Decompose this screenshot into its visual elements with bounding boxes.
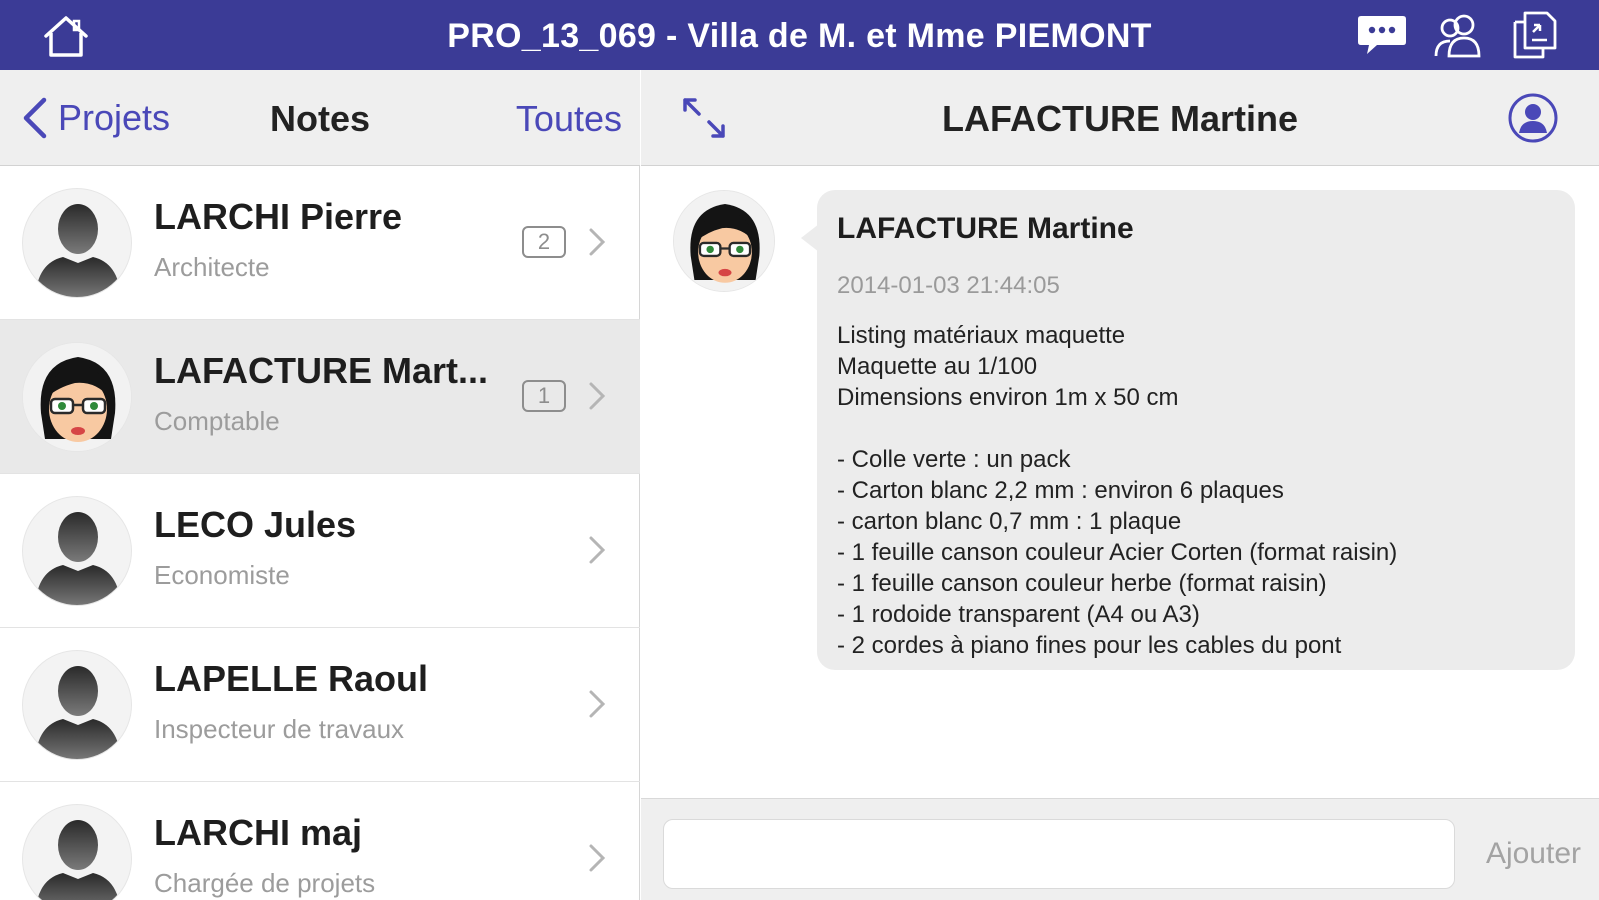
avatar-silhouette [22,650,132,760]
contact-name: LAPELLE Raoul [154,658,429,699]
contact-row-selected[interactable]: LAFACTURE Mart... Comptable 1 [0,320,640,474]
avatar-cartoon-woman [673,190,775,292]
contact-row[interactable]: LARCHI Pierre Architecte 2 [0,166,640,320]
note-timestamp: 2014-01-03 21:44:05 [837,272,1060,299]
contact-role: Architecte [154,252,270,282]
contact-name: LARCHI maj [154,812,363,853]
contact-role: Comptable [154,406,280,436]
chevron-right-icon [586,840,608,876]
filter-all-button[interactable]: Toutes [516,70,622,166]
top-bar: PRO_13_069 - Villa de M. et Mme PIEMONT [0,0,1599,70]
contacts-list: LARCHI Pierre Architecte 2 LAFACTURE Mar… [0,166,640,900]
contact-name: LARCHI Pierre [154,196,403,237]
avatar-silhouette [22,496,132,606]
back-label: Projets [58,97,171,138]
avatar-cartoon-woman [22,342,132,452]
person-icon[interactable] [1507,92,1559,144]
contact-row[interactable]: LARCHI maj Chargée de projets [0,782,640,900]
top-bar-actions [1355,10,1561,60]
contact-name: LECO Jules [154,504,357,545]
note-count-badge: 1 [522,380,566,412]
contact-role: Inspecteur de travaux [154,714,405,744]
contact-name: LAFACTURE Mart... [154,350,489,391]
note-count-badge: 2 [522,226,566,258]
avatar-silhouette [22,188,132,298]
avatar-silhouette [22,804,132,900]
note-author: LAFACTURE Martine [837,212,1134,245]
note-bubble: LAFACTURE Martine 2014-01-03 21:44:05 Li… [801,190,1575,670]
chevron-right-icon [586,224,608,260]
note-body: Listing matériaux maquette Maquette au 1… [837,322,1398,659]
contact-role: Chargée de projets [154,868,376,898]
chat-bubble-icon[interactable] [1355,10,1409,60]
contact-row[interactable]: LAPELLE Raoul Inspecteur de travaux [0,628,640,782]
chevron-right-icon [586,686,608,722]
notes-detail-pane: LAFACTURE Martine LAFACTURE Martine 2014… [641,70,1599,900]
chevron-right-icon [586,532,608,568]
detail-nav-bar: LAFACTURE Martine [641,70,1599,166]
contact-role: Economiste [154,560,290,590]
note-input[interactable] [663,819,1455,889]
chevron-left-icon [18,94,50,142]
chevron-right-icon [586,378,608,414]
contact-row[interactable]: LECO Jules Economiste [0,474,640,628]
contacts-nav-bar: Projets Notes Toutes [0,70,640,166]
note-composer: Ajouter [641,798,1599,900]
add-note-button[interactable]: Ajouter [1486,819,1581,889]
back-button[interactable]: Projets [18,94,170,142]
detail-title: LAFACTURE Martine [941,98,1298,139]
contacts-icon[interactable] [1431,10,1485,60]
documents-icon[interactable] [1507,10,1561,60]
contacts-pane: Projets Notes Toutes LARCHI Pierre Archi… [0,70,640,900]
